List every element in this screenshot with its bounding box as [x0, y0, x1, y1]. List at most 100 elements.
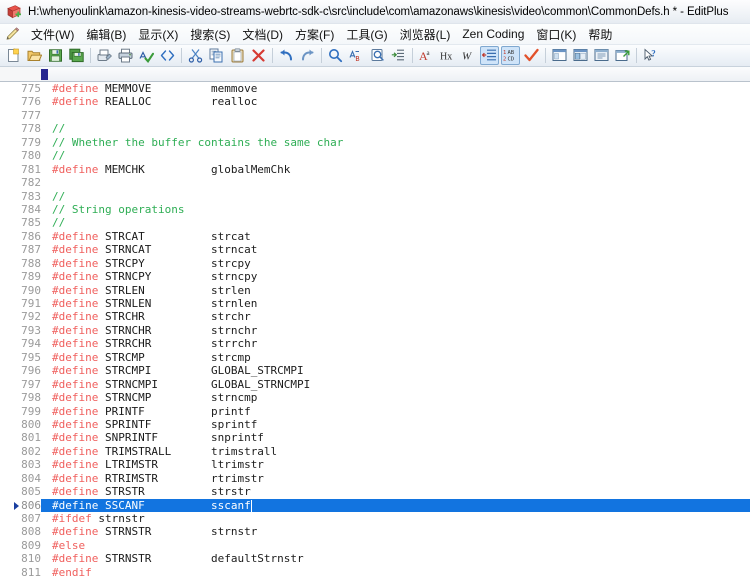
code-editor[interactable]: 775 #define MEMMOVE memmove 776 #define REA…: [0, 82, 750, 576]
code-line[interactable]: 796 #define STRCMPI GLOBAL_STRCMPI: [12, 364, 750, 377]
code-line[interactable]: 811 #endif: [12, 566, 750, 576]
menu-view[interactable]: 显示(X): [132, 24, 184, 45]
code-line[interactable]: 801 #define SNPRINTF snprintf: [12, 431, 750, 444]
code-line[interactable]: 809 #else: [12, 539, 750, 552]
line-text[interactable]: #define STRCPY strcpy: [41, 257, 750, 270]
window-4-icon[interactable]: [613, 46, 632, 65]
code-line[interactable]: 776 #define REALLOC realloc: [12, 95, 750, 108]
line-text[interactable]: #define SPRINTF sprintf: [41, 418, 750, 431]
line-text[interactable]: #define STRCAT strcat: [41, 230, 750, 243]
word-wrap-icon[interactable]: W: [459, 46, 478, 65]
code-line[interactable]: 802 #define TRIMSTRALL trimstrall: [12, 445, 750, 458]
code-line[interactable]: 799 #define PRINTF printf: [12, 405, 750, 418]
menu-document[interactable]: 文档(D): [236, 24, 289, 45]
code-line[interactable]: 782: [12, 176, 750, 189]
code-line[interactable]: 784 // String operations: [12, 203, 750, 216]
code-line[interactable]: 800 #define SPRINTF sprintf: [12, 418, 750, 431]
find-in-files-icon[interactable]: [368, 46, 387, 65]
menu-tools[interactable]: 工具(G): [340, 24, 393, 45]
open-file-icon[interactable]: [25, 46, 44, 65]
line-text[interactable]: //: [41, 149, 750, 162]
line-text[interactable]: #define STRNSTR strnstr: [41, 525, 750, 538]
hex-view-icon[interactable]: Hx: [438, 46, 457, 65]
line-text[interactable]: #define STRNLEN strnlen: [41, 297, 750, 310]
line-text[interactable]: #define STRCMP strcmp: [41, 351, 750, 364]
line-text[interactable]: #define SSCANF sscanf: [41, 498, 750, 513]
line-text[interactable]: #define REALLOC realloc: [41, 95, 750, 108]
code-line[interactable]: 810 #define STRNSTR defaultStrnstr: [12, 552, 750, 565]
line-text[interactable]: //: [41, 122, 750, 135]
line-text[interactable]: #define STRCHR strchr: [41, 310, 750, 323]
code-line[interactable]: 789 #define STRNCPY strncpy: [12, 270, 750, 283]
paste-icon[interactable]: [228, 46, 247, 65]
code-line[interactable]: 792 #define STRCHR strchr: [12, 310, 750, 323]
delete-icon[interactable]: [249, 46, 268, 65]
line-text[interactable]: //: [41, 216, 750, 229]
copy-icon[interactable]: [207, 46, 226, 65]
save-icon[interactable]: [46, 46, 65, 65]
line-text[interactable]: #define RTRIMSTR rtrimstr: [41, 472, 750, 485]
print-icon[interactable]: [116, 46, 135, 65]
code-line[interactable]: 805 #define STRSTR strstr: [12, 485, 750, 498]
code-line[interactable]: 804 #define RTRIMSTR rtrimstr: [12, 472, 750, 485]
line-text[interactable]: #define PRINTF printf: [41, 405, 750, 418]
new-file-icon[interactable]: [4, 46, 23, 65]
line-text[interactable]: //: [41, 190, 750, 203]
code-line[interactable]: 793 #define STRNCHR strnchr: [12, 324, 750, 337]
code-line[interactable]: 798 #define STRNCMP strncmp: [12, 391, 750, 404]
line-text[interactable]: #define MEMCHK globalMemChk: [41, 163, 750, 176]
goto-line-icon[interactable]: [389, 46, 408, 65]
line-text[interactable]: #define STRNCMPI GLOBAL_STRNCMPI: [41, 378, 750, 391]
find-icon[interactable]: [326, 46, 345, 65]
menu-help[interactable]: 帮助: [582, 24, 618, 45]
code-line[interactable]: 808 #define STRNSTR strnstr: [12, 525, 750, 538]
line-text[interactable]: #define STRNCAT strncat: [41, 243, 750, 256]
code-line[interactable]: 807 #ifdef strnstr: [12, 512, 750, 525]
line-text[interactable]: #define STRNCHR strnchr: [41, 324, 750, 337]
html-tag-icon[interactable]: [158, 46, 177, 65]
line-text[interactable]: #endif: [41, 566, 750, 576]
window-3-icon[interactable]: [592, 46, 611, 65]
menu-project[interactable]: 方案(F): [289, 24, 340, 45]
code-line[interactable]: 790 #define STRLEN strlen: [12, 284, 750, 297]
print-preview-icon[interactable]: [95, 46, 114, 65]
cut-icon[interactable]: [186, 46, 205, 65]
code-line[interactable]: 786 #define STRCAT strcat: [12, 230, 750, 243]
help-cursor-icon[interactable]: ?: [641, 46, 660, 65]
line-text[interactable]: #define STRSTR strstr: [41, 485, 750, 498]
line-text[interactable]: #define STRNSTR defaultStrnstr: [41, 552, 750, 565]
code-line[interactable]: 791 #define STRNLEN strnlen: [12, 297, 750, 310]
menu-edit[interactable]: 编辑(B): [80, 24, 132, 45]
code-line[interactable]: 806 #define SSCANF sscanf: [12, 498, 750, 513]
replace-icon[interactable]: B: [347, 46, 366, 65]
code-line[interactable]: 779 // Whether the buffer contains the sa…: [12, 136, 750, 149]
code-line[interactable]: 797 #define STRNCMPI GLOBAL_STRNCMPI: [12, 378, 750, 391]
code-line[interactable]: 788 #define STRCPY strcpy: [12, 257, 750, 270]
line-text[interactable]: #define SNPRINTF snprintf: [41, 431, 750, 444]
line-text[interactable]: #define STRRCHR strrchr: [41, 337, 750, 350]
code-line[interactable]: 803 #define LTRIMSTR ltrimstr: [12, 458, 750, 471]
window-2-icon[interactable]: [571, 46, 590, 65]
code-line[interactable]: 795 #define STRCMP strcmp: [12, 351, 750, 364]
code-lines[interactable]: 775 #define MEMMOVE memmove 776 #define REA…: [12, 82, 750, 576]
code-line[interactable]: 783 //: [12, 190, 750, 203]
redo-icon[interactable]: [298, 46, 317, 65]
line-text[interactable]: #define TRIMSTRALL trimstrall: [41, 445, 750, 458]
check-icon[interactable]: [522, 46, 541, 65]
window-1-icon[interactable]: [550, 46, 569, 65]
code-line[interactable]: 777: [12, 109, 750, 122]
line-text[interactable]: #define STRLEN strlen: [41, 284, 750, 297]
menu-browser[interactable]: 浏览器(L): [394, 24, 457, 45]
font-icon[interactable]: Aa: [417, 46, 436, 65]
menu-search[interactable]: 搜索(S): [184, 24, 236, 45]
line-text[interactable]: #define LTRIMSTR ltrimstr: [41, 458, 750, 471]
code-line[interactable]: 780 //: [12, 149, 750, 162]
line-text[interactable]: #ifdef strnstr: [41, 512, 750, 525]
line-text[interactable]: #define MEMMOVE memmove: [41, 82, 750, 95]
line-text[interactable]: #else: [41, 539, 750, 552]
code-line[interactable]: 781 #define MEMCHK globalMemChk: [12, 163, 750, 176]
indent-icon[interactable]: [480, 46, 499, 65]
menu-zen-coding[interactable]: Zen Coding: [456, 25, 530, 43]
spellcheck-icon[interactable]: [137, 46, 156, 65]
line-text[interactable]: #define STRCMPI GLOBAL_STRCMPI: [41, 364, 750, 377]
